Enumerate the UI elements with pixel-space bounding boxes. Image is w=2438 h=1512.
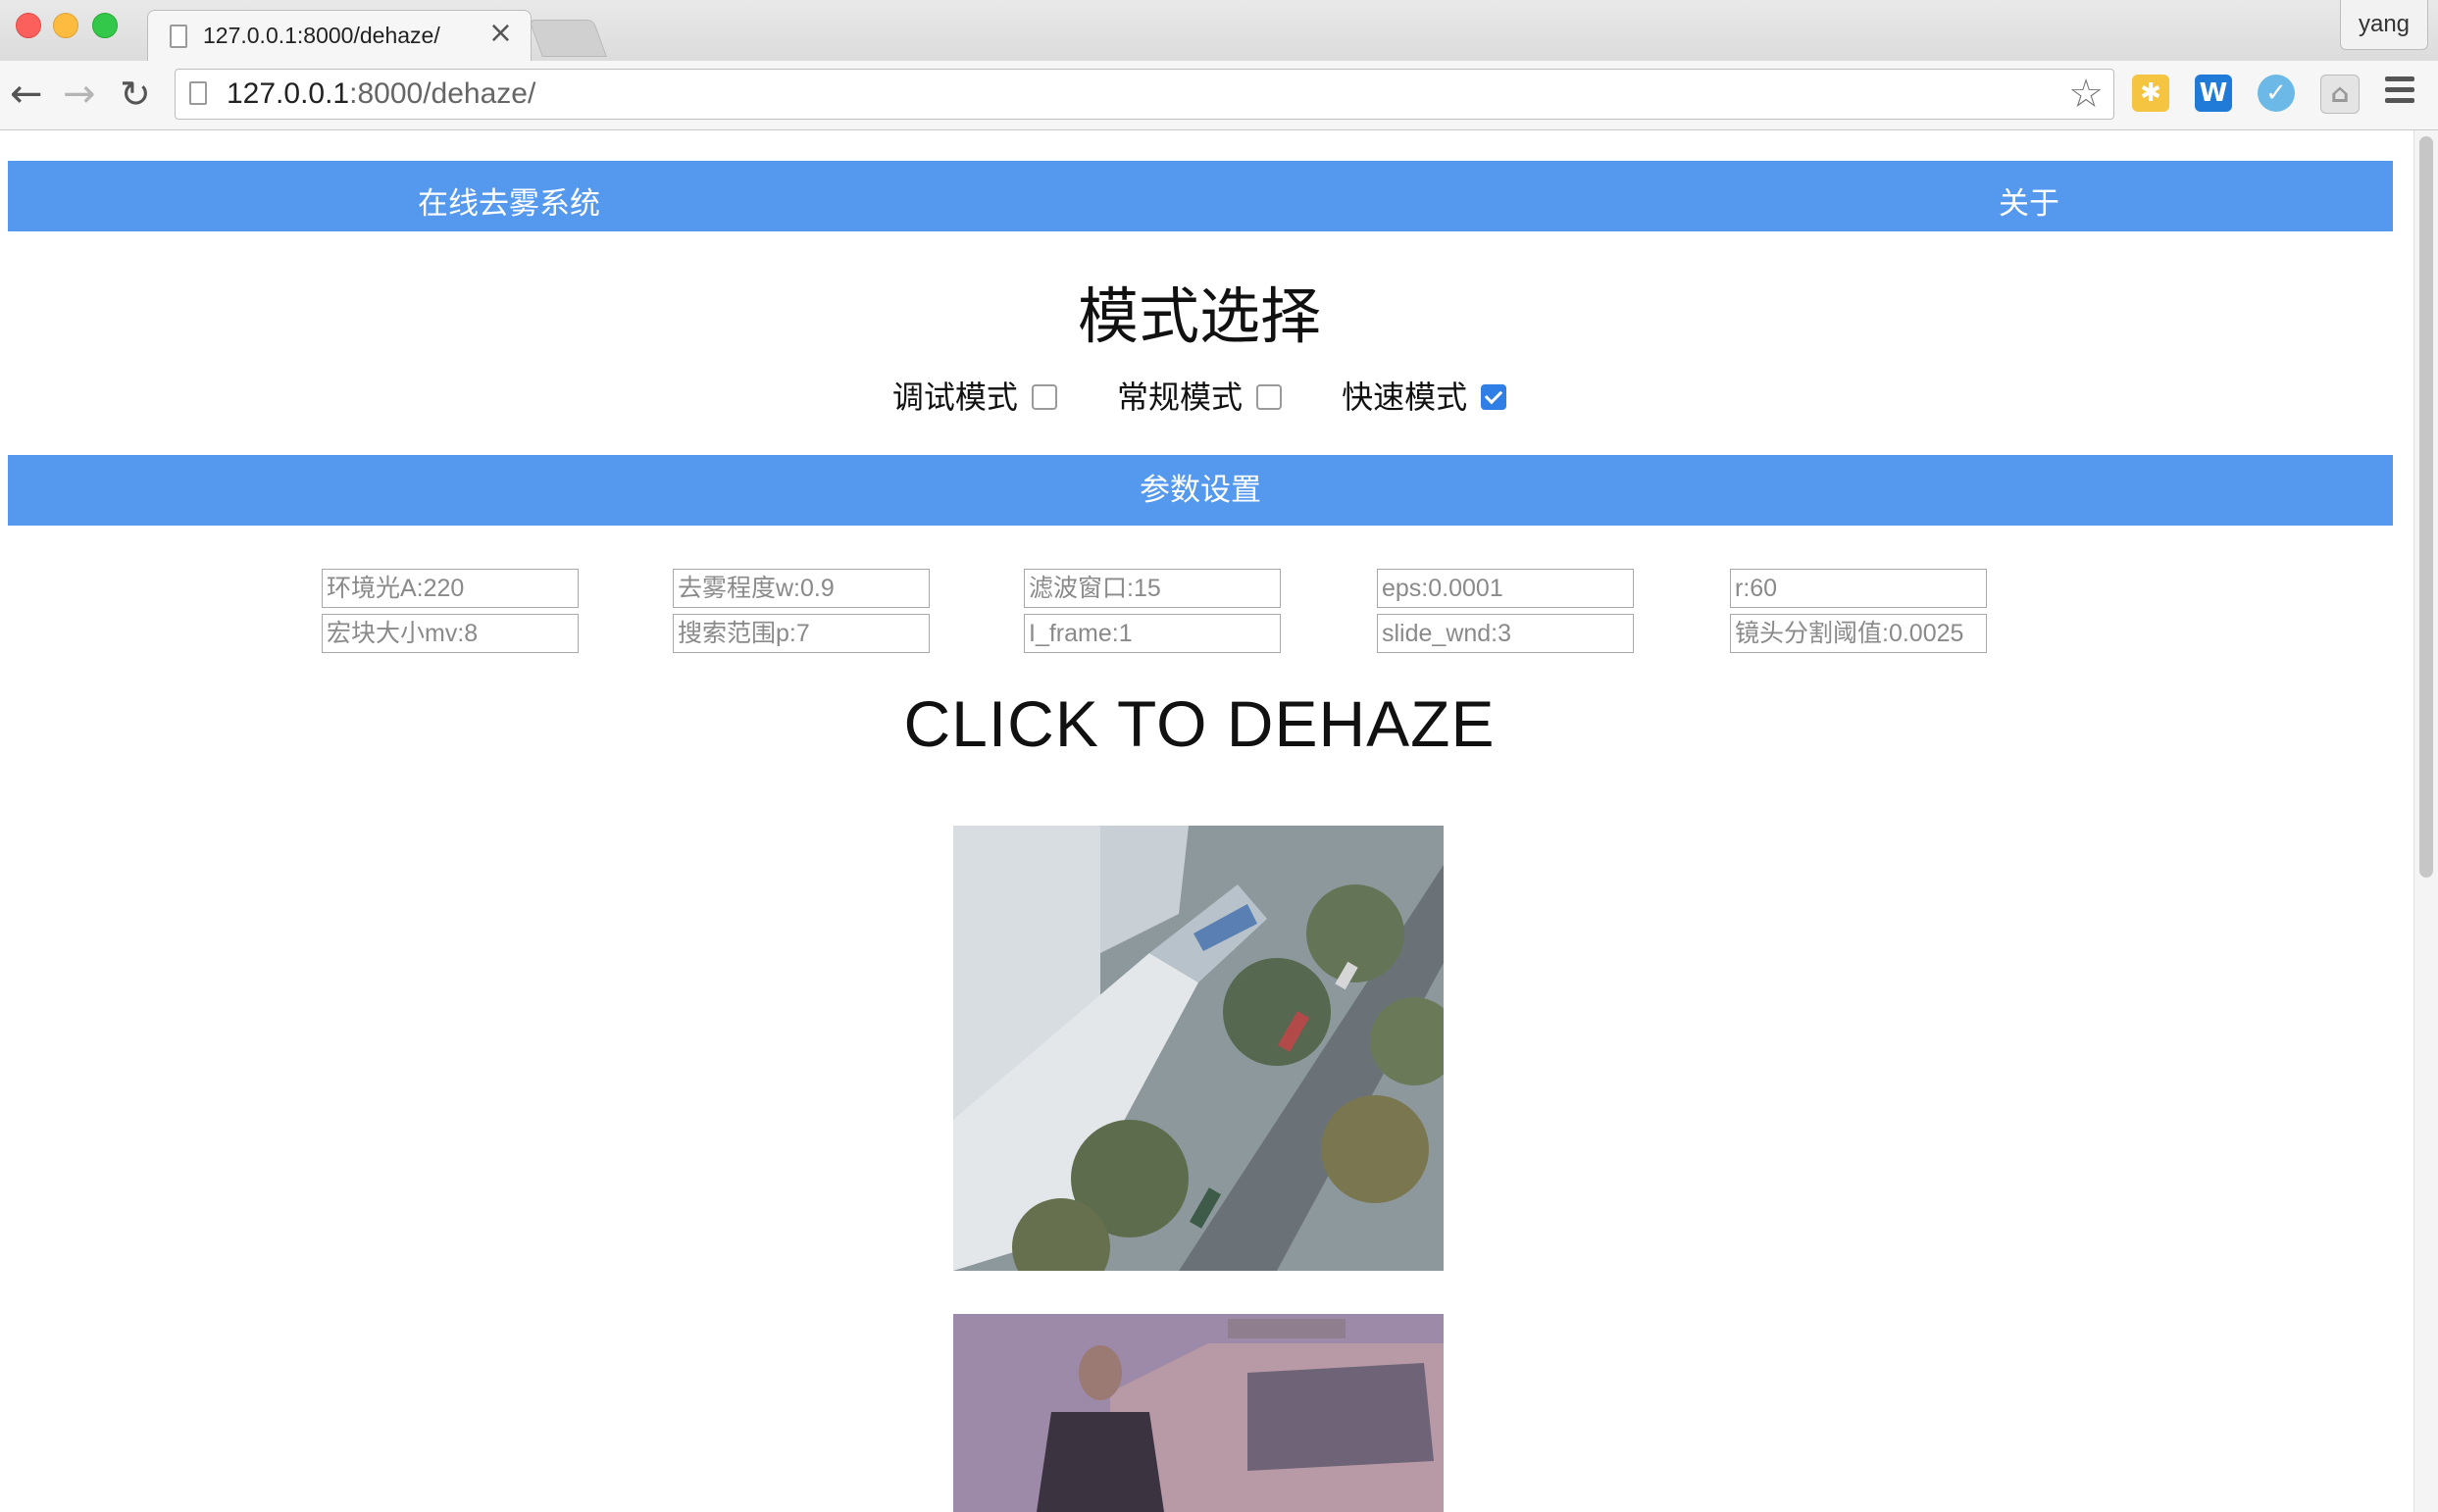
radius-input[interactable]: [1730, 569, 1987, 608]
page-icon: [170, 25, 187, 48]
params-header-bar: 参数设置: [8, 455, 2393, 526]
extension-check-icon[interactable]: ✓: [2258, 75, 2295, 112]
tab-title: 127.0.0.1:8000/dehaze/: [203, 23, 440, 48]
window-minimize-button[interactable]: [53, 13, 78, 38]
mode-option-normal[interactable]: 常规模式: [1117, 373, 1282, 418]
filter-window-input[interactable]: [1024, 569, 1281, 608]
hazy-city-street-art: [953, 826, 1444, 1271]
eps-input[interactable]: [1377, 569, 1634, 608]
mode-option-debug[interactable]: 调试模式: [892, 373, 1057, 418]
browser-chrome: 127.0.0.1:8000/dehaze/ × yang ← → ↻ 127.…: [0, 0, 2438, 130]
forward-arrow-icon[interactable]: →: [63, 73, 96, 116]
url-host: 127.0.0.1: [227, 77, 350, 110]
mode-label: 快速模式: [1342, 378, 1468, 416]
about-link[interactable]: 关于: [1999, 178, 2059, 223]
normal-mode-checkbox[interactable]: [1256, 384, 1282, 410]
fast-mode-checkbox[interactable]: [1481, 384, 1507, 410]
browser-titlebar: 127.0.0.1:8000/dehaze/ × yang: [0, 0, 2438, 63]
window-close-button[interactable]: [16, 13, 41, 38]
site-navbar: 在线去雾系统 关于: [8, 161, 2393, 231]
tab-close-icon[interactable]: ×: [488, 19, 513, 48]
macroblock-size-input[interactable]: [322, 614, 579, 653]
hamburger-menu-icon[interactable]: [2385, 76, 2414, 109]
params-header: 参数设置: [1140, 473, 1261, 508]
i-frame-input[interactable]: [1024, 614, 1281, 653]
page-icon: [189, 81, 207, 105]
mode-option-fast[interactable]: 快速模式: [1342, 373, 1507, 418]
new-tab-button[interactable]: [529, 20, 607, 57]
hazy-city-street-image[interactable]: [953, 826, 1444, 1271]
mode-options: 调试模式 常规模式 快速模式: [0, 373, 2399, 422]
slide-window-input[interactable]: [1377, 614, 1634, 653]
reload-icon[interactable]: ↻: [120, 73, 151, 116]
extension-lock-icon[interactable]: ⌂: [2320, 75, 2360, 114]
scrollbar-thumb[interactable]: [2419, 136, 2433, 878]
extension-w-icon[interactable]: W: [2195, 75, 2232, 112]
profile-button[interactable]: yang: [2340, 0, 2428, 50]
site-brand-link[interactable]: 在线去雾系统: [418, 178, 600, 223]
browser-toolbar: ← → ↻ 127.0.0.1:8000/dehaze/ ☆ ✱ W ✓ ⌂: [0, 61, 2438, 130]
page-scrollbar[interactable]: [2413, 130, 2438, 1512]
back-arrow-icon[interactable]: ←: [10, 73, 43, 116]
browser-tab[interactable]: 127.0.0.1:8000/dehaze/ ×: [147, 10, 532, 63]
extension-puzzle-icon[interactable]: ✱: [2132, 75, 2169, 112]
dehaze-degree-input[interactable]: [673, 569, 930, 608]
hazy-man-car-image[interactable]: [953, 1314, 1444, 1512]
debug-mode-checkbox[interactable]: [1031, 384, 1057, 410]
url-text[interactable]: 127.0.0.1:8000/dehaze/: [227, 77, 535, 111]
hazy-man-car-art: [953, 1314, 1444, 1512]
url-path: :8000/dehaze/: [349, 77, 536, 110]
address-bar[interactable]: 127.0.0.1:8000/dehaze/ ☆: [175, 69, 2114, 120]
mode-label: 常规模式: [1116, 378, 1243, 416]
window-maximize-button[interactable]: [92, 13, 118, 38]
ambient-light-input[interactable]: [322, 569, 579, 608]
bookmark-star-icon[interactable]: ☆: [2068, 72, 2104, 117]
shot-threshold-input[interactable]: [1730, 614, 1987, 653]
click-to-dehaze-heading[interactable]: CLICK TO DEHAZE: [0, 686, 2399, 761]
mode-section-title: 模式选择: [1077, 280, 1321, 352]
mode-label: 调试模式: [891, 378, 1018, 416]
search-range-input[interactable]: [673, 614, 930, 653]
